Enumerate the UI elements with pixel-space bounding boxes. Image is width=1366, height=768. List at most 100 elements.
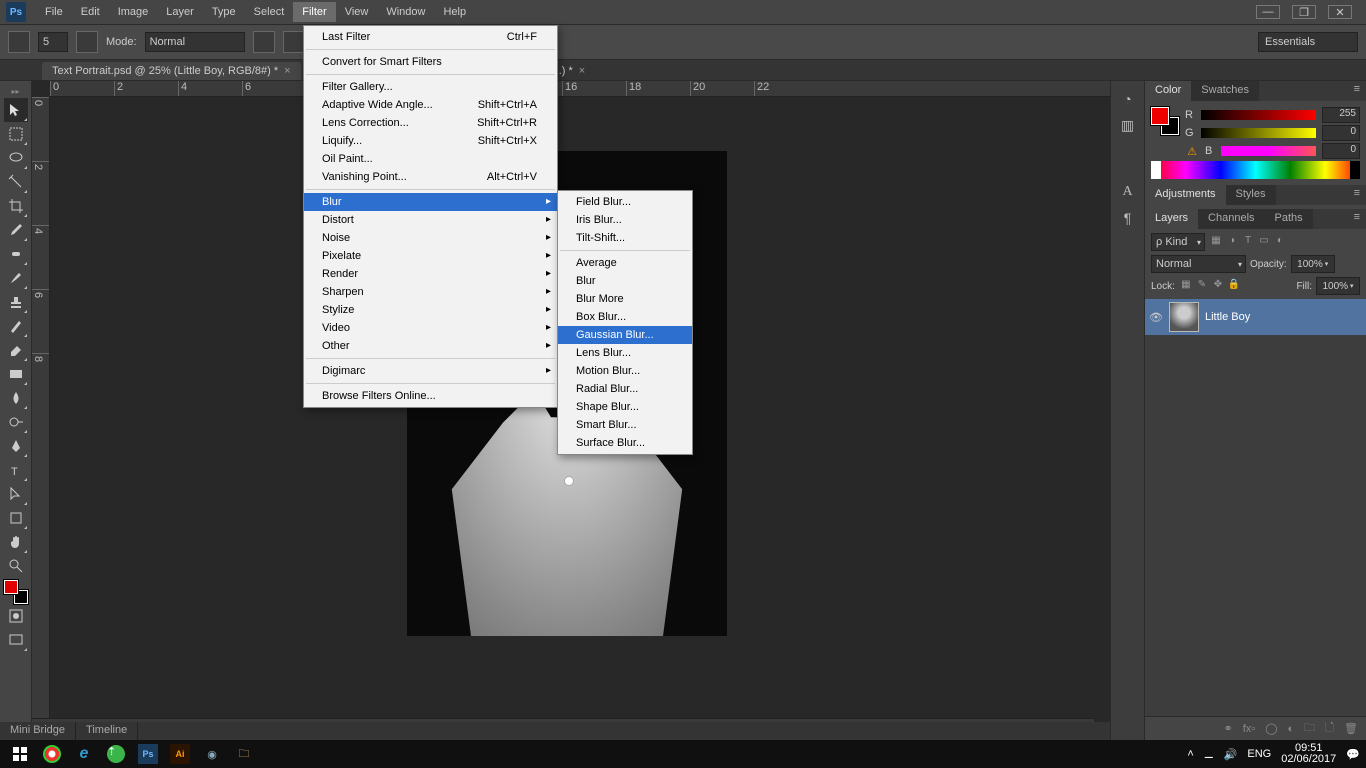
blend-mode-select[interactable]: Normal bbox=[145, 32, 245, 52]
brush-size[interactable]: 5 bbox=[38, 32, 68, 52]
blur-submenu-item[interactable]: Blur More bbox=[558, 290, 692, 308]
menu-view[interactable]: View bbox=[336, 2, 378, 22]
new-layer-icon[interactable]: 🗋 bbox=[1325, 719, 1334, 738]
filter-menu-item[interactable]: Distort bbox=[304, 211, 557, 229]
brush-presets-icon[interactable]: ▥ bbox=[1121, 117, 1134, 134]
steam-icon[interactable]: ◉ bbox=[198, 742, 226, 766]
tab-color[interactable]: Color bbox=[1145, 81, 1191, 101]
menu-help[interactable]: Help bbox=[434, 2, 475, 22]
panel-menu-icon[interactable]: ≡ bbox=[1348, 185, 1366, 205]
filter-icons[interactable]: ▦◑T▭◐ bbox=[1209, 235, 1360, 249]
b-slider[interactable] bbox=[1221, 146, 1316, 156]
expand-tools-icon[interactable]: ▸▸ bbox=[10, 87, 22, 98]
menu-layer[interactable]: Layer bbox=[157, 2, 203, 22]
tab-paths[interactable]: Paths bbox=[1265, 209, 1313, 229]
delete-icon[interactable]: 🗑 bbox=[1344, 722, 1358, 735]
panel-menu-icon[interactable]: ≡ bbox=[1348, 209, 1366, 229]
group-icon[interactable]: 🗀 bbox=[1304, 719, 1315, 738]
volume-icon[interactable]: 🔊 bbox=[1224, 748, 1238, 761]
layer-name[interactable]: Little Boy bbox=[1205, 311, 1250, 323]
filter-menu-item[interactable]: Filter Gallery... bbox=[304, 78, 557, 96]
blur-submenu-item[interactable]: Field Blur... bbox=[558, 193, 692, 211]
crop-tool[interactable] bbox=[4, 194, 28, 218]
maximize-button[interactable]: ❐ bbox=[1292, 5, 1316, 19]
filter-menu-item[interactable]: Vanishing Point...Alt+Ctrl+V bbox=[304, 168, 557, 186]
clock[interactable]: 09:51 02/06/2017 bbox=[1281, 743, 1336, 765]
g-value[interactable]: 0 bbox=[1322, 125, 1360, 141]
ie-icon[interactable]: e bbox=[70, 742, 98, 766]
opt-icon-1[interactable] bbox=[253, 31, 275, 53]
start-button[interactable] bbox=[6, 742, 34, 766]
type-tool[interactable]: T bbox=[4, 458, 28, 482]
color-swatch-pair[interactable] bbox=[1151, 107, 1179, 135]
hand-tool[interactable] bbox=[4, 530, 28, 554]
gradient-tool[interactable] bbox=[4, 362, 28, 386]
blur-submenu-item[interactable]: Tilt-Shift... bbox=[558, 229, 692, 247]
zoom-tool[interactable] bbox=[4, 554, 28, 578]
blur-submenu-item[interactable]: Lens Blur... bbox=[558, 344, 692, 362]
fill-value[interactable]: 100% bbox=[1316, 277, 1360, 295]
pen-tool[interactable] bbox=[4, 434, 28, 458]
tab-mini-bridge[interactable]: Mini Bridge bbox=[0, 722, 76, 740]
filter-menu-item[interactable]: Noise bbox=[304, 229, 557, 247]
opt-icon-2[interactable] bbox=[283, 31, 305, 53]
healing-tool[interactable] bbox=[4, 242, 28, 266]
blur-submenu-item[interactable]: Gaussian Blur... bbox=[558, 326, 692, 344]
tool-preset-icon[interactable] bbox=[8, 31, 30, 53]
filter-kind-select[interactable]: ρ Kind bbox=[1151, 233, 1205, 251]
tray-chevron-icon[interactable]: ˄ bbox=[1187, 748, 1193, 760]
brush-tool[interactable] bbox=[4, 266, 28, 290]
close-button[interactable]: ✕ bbox=[1328, 5, 1352, 19]
stamp-tool[interactable] bbox=[4, 290, 28, 314]
chrome-icon[interactable] bbox=[38, 742, 66, 766]
r-slider[interactable] bbox=[1201, 110, 1316, 120]
explorer-icon[interactable]: 🗀 bbox=[230, 742, 258, 766]
link-icon[interactable]: ⚭ bbox=[1224, 722, 1233, 735]
tab-timeline[interactable]: Timeline bbox=[76, 722, 138, 740]
lock-icons[interactable]: ▦✎✥🔒 bbox=[1179, 279, 1293, 293]
blur-submenu-item[interactable]: Iris Blur... bbox=[558, 211, 692, 229]
screenmode-tool[interactable] bbox=[4, 628, 28, 652]
wand-tool[interactable] bbox=[4, 170, 28, 194]
filter-menu-item[interactable]: Other bbox=[304, 337, 557, 355]
filter-menu-item[interactable]: Stylize bbox=[304, 301, 557, 319]
menu-type[interactable]: Type bbox=[203, 2, 245, 22]
gamut-warning-icon[interactable]: ⚠ bbox=[1185, 145, 1199, 158]
adjustment-icon[interactable]: ◐ bbox=[1288, 723, 1295, 735]
character-icon[interactable]: A bbox=[1122, 184, 1132, 200]
blur-submenu-item[interactable]: Blur bbox=[558, 272, 692, 290]
blur-submenu-item[interactable]: Shape Blur... bbox=[558, 398, 692, 416]
blur-submenu-item[interactable]: Smart Blur... bbox=[558, 416, 692, 434]
blur-tool[interactable] bbox=[4, 386, 28, 410]
menu-edit[interactable]: Edit bbox=[72, 2, 109, 22]
layer-thumbnail[interactable] bbox=[1169, 302, 1199, 332]
move-tool[interactable] bbox=[4, 98, 28, 122]
close-icon[interactable]: × bbox=[284, 65, 290, 77]
tab-adjustments[interactable]: Adjustments bbox=[1145, 185, 1226, 205]
menu-select[interactable]: Select bbox=[245, 2, 294, 22]
tab-channels[interactable]: Channels bbox=[1198, 209, 1264, 229]
illustrator-icon[interactable]: Ai bbox=[166, 742, 194, 766]
notifications-icon[interactable]: 💬 bbox=[1346, 748, 1360, 761]
g-slider[interactable] bbox=[1201, 128, 1316, 138]
eyedropper-tool[interactable] bbox=[4, 218, 28, 242]
wifi-icon[interactable]: ⚊ bbox=[1204, 748, 1214, 761]
photoshop-icon[interactable]: Ps bbox=[134, 742, 162, 766]
filter-menu-item[interactable]: Convert for Smart Filters bbox=[304, 53, 557, 71]
lasso-tool[interactable] bbox=[4, 146, 28, 170]
filter-menu-item[interactable]: Liquify...Shift+Ctrl+X bbox=[304, 132, 557, 150]
workspace-select[interactable]: Essentials bbox=[1258, 32, 1358, 52]
mask-icon[interactable]: ◯ bbox=[1265, 722, 1277, 735]
filter-menu-item[interactable]: Browse Filters Online... bbox=[304, 387, 557, 405]
eraser-tool[interactable] bbox=[4, 338, 28, 362]
blur-submenu-item[interactable]: Radial Blur... bbox=[558, 380, 692, 398]
blur-submenu-item[interactable]: Box Blur... bbox=[558, 308, 692, 326]
document-tab[interactable]: Text Portrait.psd @ 25% (Little Boy, RGB… bbox=[42, 62, 301, 80]
filter-menu-item[interactable]: Last FilterCtrl+F bbox=[304, 28, 557, 46]
filter-menu-item[interactable]: Digimarc bbox=[304, 362, 557, 380]
blur-submenu-item[interactable]: Average bbox=[558, 254, 692, 272]
path-select-tool[interactable] bbox=[4, 482, 28, 506]
panel-menu-icon[interactable]: ≡ bbox=[1348, 81, 1366, 101]
b-value[interactable]: 0 bbox=[1322, 143, 1360, 159]
tab-layers[interactable]: Layers bbox=[1145, 209, 1198, 229]
